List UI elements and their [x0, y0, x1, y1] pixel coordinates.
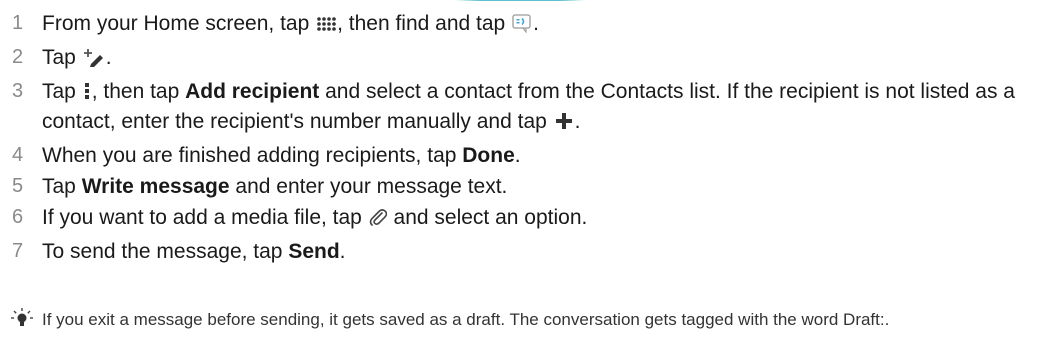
- step-number: 3: [12, 80, 24, 102]
- ui-label-add-recipient: Add recipient: [185, 80, 320, 103]
- step-text: , then find and tap: [337, 12, 512, 35]
- step-text: .: [339, 240, 346, 263]
- step-6: 6 If you want to add a media file, tap a…: [0, 204, 1040, 234]
- tip-text: If you exit a message before sending, it…: [42, 310, 890, 329]
- compose-new-message-icon: [83, 47, 105, 74]
- step-text: .: [533, 12, 539, 35]
- step-1: 1 From your Home screen, tap , then find…: [0, 10, 1040, 40]
- step-text: and select an option.: [387, 206, 588, 229]
- step-5: 5 Tap Write message and enter your messa…: [0, 173, 1040, 200]
- plus-icon: [554, 111, 574, 138]
- ui-label-done: Done: [462, 144, 515, 167]
- step-text: .: [574, 110, 581, 133]
- step-text: .: [514, 144, 521, 167]
- instruction-steps: 1 From your Home screen, tap , then find…: [0, 10, 1040, 269]
- step-text: To send the message, tap: [42, 240, 289, 263]
- step-number: 4: [12, 144, 24, 166]
- ui-label-write-message: Write message: [81, 175, 230, 198]
- step-7: 7 To send the message, tap Send.: [0, 238, 1040, 265]
- step-text: Tap: [42, 80, 82, 103]
- step-text: When you are finished adding recipients,…: [42, 144, 463, 167]
- step-text: and enter your message text.: [229, 175, 508, 198]
- step-number: 7: [12, 240, 24, 262]
- step-4: 4 When you are finished adding recipient…: [0, 142, 1040, 169]
- ui-label-send: Send: [288, 240, 340, 263]
- more-options-icon: [83, 81, 91, 108]
- step-number: 5: [12, 175, 24, 197]
- step-text: .: [105, 46, 112, 69]
- tip-lightbulb-icon: [11, 308, 33, 333]
- step-number: 2: [12, 46, 24, 68]
- step-3: 3 Tap , then tap Add recipient and selec…: [0, 78, 1040, 138]
- messaging-app-icon: [512, 13, 532, 40]
- step-number: 6: [12, 206, 24, 228]
- heading-remnant: [455, 0, 585, 2]
- step-text: From your Home screen, tap: [42, 12, 316, 35]
- attachment-paperclip-icon: [369, 207, 387, 234]
- step-number: 1: [12, 12, 24, 34]
- step-text: Tap: [42, 175, 82, 198]
- step-2: 2 Tap .: [0, 44, 1040, 74]
- step-text: , then tap: [91, 80, 186, 103]
- step-text: Tap: [42, 46, 82, 69]
- apps-grid-icon: [316, 13, 336, 40]
- heading-underline: [455, 0, 585, 1]
- step-text: If you want to add a media file, tap: [42, 206, 368, 229]
